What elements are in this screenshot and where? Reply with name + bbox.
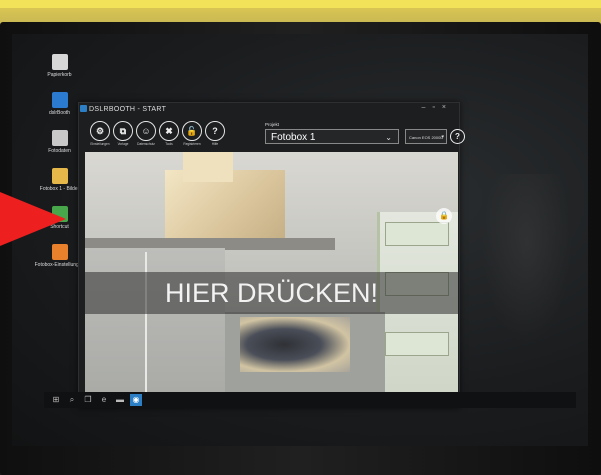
explorer-icon[interactable]: ▬ <box>114 394 126 406</box>
toolbar-button-label: Einstellungen <box>90 142 110 146</box>
toolbar-button-tools[interactable]: ✖ Tools <box>158 121 180 150</box>
tools-icon: ✖ <box>159 121 179 141</box>
windows-taskbar: ⊞ ⌕ ❒ e ▬ ◉ <box>44 392 576 408</box>
project-select-value: Fotobox 1 <box>271 132 316 143</box>
person-icon: ☺ <box>136 121 156 141</box>
edge-icon[interactable]: e <box>98 394 110 406</box>
search-icon[interactable]: ⌕ <box>66 394 78 406</box>
unlock-icon: 🔓 <box>182 121 202 141</box>
preview-items <box>240 317 350 372</box>
lock-icon[interactable]: 🔒 <box>436 208 452 224</box>
desktop-icon-label: Papierkorb <box>47 72 72 78</box>
windows-start-icon[interactable]: ⊞ <box>50 394 62 406</box>
user-folder-icon <box>51 130 68 146</box>
toolbar-button-label: Datenschutz <box>137 142 155 146</box>
window-controls: –▫× <box>422 104 453 111</box>
dslrbooth-taskbar-icon[interactable]: ◉ <box>130 394 142 406</box>
start-banner[interactable]: HIER DRÜCKEN! <box>85 272 458 314</box>
preview-drawer <box>385 222 449 246</box>
dslrbooth-window: DSLRBOOTH - START –▫× ⚙ Einstellungen ⧉ Vor… <box>78 102 465 408</box>
desktop-icon[interactable]: Papierkorb <box>32 54 87 78</box>
toolbar-button-label: Tools <box>165 142 173 146</box>
camera-select[interactable]: Canon EOS 2000D ▾ <box>405 129 447 144</box>
gear-icon: ⚙ <box>90 121 110 141</box>
template-icon: ⧉ <box>113 121 133 141</box>
camera-live-preview[interactable]: HIER DRÜCKEN! 🔒 <box>85 152 458 399</box>
maximize-button[interactable]: ▫ <box>432 104 441 111</box>
preview-drawer <box>385 332 449 356</box>
preview-boxes-top <box>183 152 233 182</box>
minimize-button[interactable]: – <box>422 104 433 111</box>
app-logo-icon <box>80 105 87 112</box>
toolbar: ⚙ Einstellungen ⧉ Vorlage ☺ Datenschutz ✖ Tools… <box>89 121 249 151</box>
toolbar-button-datenschutz[interactable]: ☺ Datenschutz <box>135 121 157 150</box>
chevron-down-icon: ▾ <box>441 134 444 140</box>
recycle-bin-icon <box>51 54 68 70</box>
toolbar-button-label: Registrieren <box>183 142 201 146</box>
window-title: DSLRBOOTH - START <box>89 106 167 113</box>
folder-icon <box>51 168 68 184</box>
toolbar-button-vorlage[interactable]: ⧉ Vorlage <box>112 121 134 150</box>
toolbar-button-label: Hilfe <box>211 142 219 146</box>
monitor-screen: Papierkorb dslrBooth Fotodaten Fotobox 1 - … <box>12 34 588 446</box>
toolbar-button-einstellungen[interactable]: ⚙ Einstellungen <box>89 121 111 150</box>
toolbar-button-hilfe[interactable]: ? Hilfe <box>204 121 226 150</box>
preview-left-area <box>85 248 225 399</box>
orange-app-icon <box>51 244 68 260</box>
close-button[interactable]: × <box>442 104 453 111</box>
red-arrow-annotation <box>0 192 66 246</box>
toolbar-button-label: Vorlage <box>117 142 129 146</box>
help-icon[interactable]: ? <box>450 129 465 144</box>
project-label: Projekt <box>265 122 280 127</box>
screen-reflection <box>482 174 572 344</box>
help-icon: ? <box>205 121 225 141</box>
project-select[interactable]: Fotobox 1 ⌄ <box>265 129 399 144</box>
chevron-down-icon: ⌄ <box>385 133 392 142</box>
task-view-icon[interactable]: ❒ <box>82 394 94 406</box>
camera-select-value: Canon EOS 2000D <box>409 135 444 140</box>
toolbar-button-registrieren[interactable]: 🔓 Registrieren <box>181 121 203 150</box>
start-banner-text: HIER DRÜCKEN! <box>164 278 379 308</box>
dslrbooth-app-icon <box>51 92 68 108</box>
